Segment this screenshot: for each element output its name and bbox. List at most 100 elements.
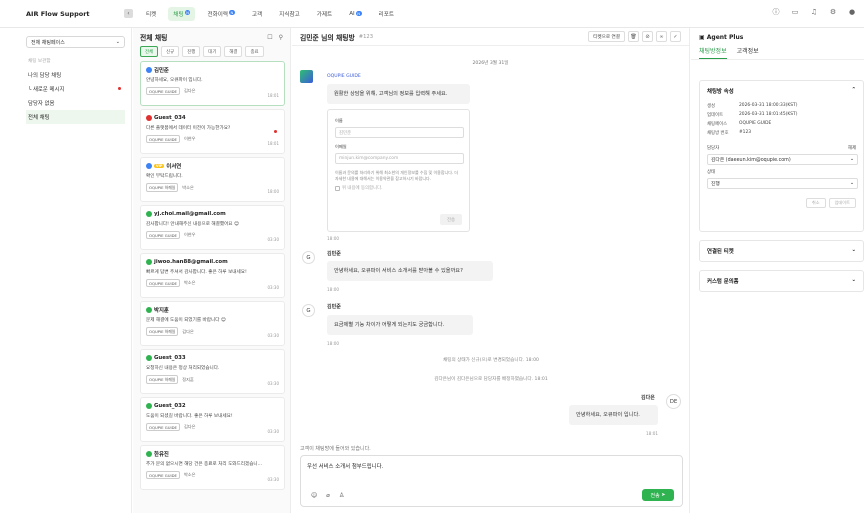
assigned-agent: 이현우 <box>183 136 196 141</box>
email-input[interactable]: minjun.kim@company.com <box>335 153 464 164</box>
chat-card[interactable]: Guest_034 다른 플랫폼에서 데이터 이전이 가능한가요? OQUPIE G… <box>140 109 285 154</box>
assigned-agent: 이현우 <box>183 232 196 237</box>
assigned-agent: 박소은 <box>183 280 196 285</box>
chevron-down-icon: ⌄ <box>849 181 854 186</box>
emoji-icon[interactable]: ☺ <box>311 492 317 499</box>
info-icon[interactable]: ⓘ <box>772 8 780 16</box>
chat-card[interactable]: jiwoo.han88@gmail.com 빠르게 답변 주셔서 감사합니다. 좋… <box>140 253 285 298</box>
name-label: 이름 <box>335 118 343 123</box>
filter-in-progress[interactable]: 진행 <box>182 46 201 57</box>
link-ticket-button[interactable]: 티켓으로 연결 <box>588 31 625 42</box>
attach-icon[interactable]: ⌀ <box>326 492 330 499</box>
agree-checkbox[interactable]: 위 내용에 동의합니다. <box>335 185 462 191</box>
form-submit-button[interactable]: 전송 <box>440 214 462 225</box>
status-filters: 전체 신규 진행 대기 해결 종료 <box>133 46 290 57</box>
collapse-sidebar-icon[interactable]: ‹ <box>124 9 133 18</box>
last-message: 추가 문의 없으시면 해당 건은 종료로 처리 도와드리겠습니... <box>146 462 263 467</box>
customer-name: Guest_034 <box>154 115 186 121</box>
filter-icon[interactable]: ⚲ <box>279 34 283 41</box>
chevron-down-icon: ⌄ <box>115 39 120 45</box>
custom-inquiry-box[interactable]: 커스텀 문의폼 ⌄ <box>699 270 864 292</box>
link-icon[interactable]: ∞ <box>656 31 667 42</box>
card-time: 03:30 <box>267 237 279 242</box>
name-input[interactable]: 김민준 <box>335 127 464 138</box>
chat-card[interactable]: 김민준 안녕하세요, 오큐파이 입니다. OQUPIE GUIDE 김다은 18:01 <box>140 61 285 106</box>
chevron-down-icon: ⌄ <box>851 247 856 253</box>
attr-row: 생성 2026-03-31 18:00:33(KST) <box>700 101 863 110</box>
chat-card[interactable]: Guest_033 요청하신 내용은 정상 처리되었습니다. OQUPIE 하께일 정… <box>140 349 285 394</box>
filter-waiting[interactable]: 대기 <box>203 46 222 57</box>
chat-card[interactable]: 한유진 추가 문의 없으시면 해당 건은 종료로 처리 도와드리겠습니... OQU… <box>140 445 285 490</box>
status-dot-icon <box>146 163 152 169</box>
customer-name: jiwoo.han88@gmail.com <box>154 259 228 265</box>
filter-resolved[interactable]: 해결 <box>224 46 243 57</box>
customer-name: 박지훈 <box>154 308 169 314</box>
workspace-select[interactable]: 전체 채팅페이스 ⌄ <box>26 36 125 48</box>
cancel-button[interactable]: 취소 <box>805 198 826 208</box>
chevron-up-icon[interactable]: ⌃ <box>851 87 856 95</box>
filter-new[interactable]: 신규 <box>161 46 180 57</box>
bot-name: OQUPIE GUIDE <box>327 74 361 79</box>
card-header: Guest_034 <box>146 114 279 122</box>
main-nav: 티켓 채팅 N 전화이력 N 고객 지식참고 가제트 AI N 리포트 <box>141 6 406 21</box>
chat-title: 김민준 님의 채팅방 <box>300 33 355 42</box>
profile-icon[interactable]: ● <box>848 8 856 16</box>
linked-ticket-box[interactable]: 연결된 티켓 ⌄ <box>699 240 864 262</box>
assignee-select[interactable]: 김다은 (daeeun.kim@oqupie.com) ⌄ <box>707 154 858 165</box>
tab-chat-info[interactable]: 채팅방정보 <box>699 46 727 59</box>
attr-key: 업데이트 <box>707 112 724 118</box>
sidebar-item-all-chats[interactable]: 전체 채팅 <box>26 110 125 124</box>
send-button[interactable]: 전송 ➤ <box>642 489 674 501</box>
nav-ai[interactable]: AI N <box>344 8 366 20</box>
select-icon[interactable]: ☐ <box>267 34 272 41</box>
nav-reports[interactable]: 리포트 <box>374 7 399 21</box>
nav-label: AI <box>349 10 355 17</box>
channel-tag: OQUPIE GUIDE <box>146 87 180 95</box>
status-select[interactable]: 진행 ⌄ <box>707 178 858 189</box>
message-icon[interactable]: ▭ <box>791 8 799 16</box>
check-icon[interactable]: ✓ <box>670 31 681 42</box>
filter-all[interactable]: 전체 <box>140 46 159 57</box>
chat-card[interactable]: VIP 이서연 확인 부탁드립니다. OQUPIE 하께일 박소은 18:00 <box>140 157 285 202</box>
vip-badge: VIP <box>154 164 165 168</box>
filter-closed[interactable]: 종료 <box>245 46 264 57</box>
attr-value: #123 <box>739 129 752 135</box>
timestamp: 18:00 <box>327 287 340 292</box>
tab-customer-info[interactable]: 고객정보 <box>737 46 759 59</box>
sidebar-item-unassigned[interactable]: 담당자 없음 <box>26 96 125 110</box>
chat-card[interactable]: Guest_032 도움이 되셨길 바랍니다. 좋은 하루 보내세요! OQUPIE… <box>140 397 285 442</box>
sidebar-item-label: 전체 채팅 <box>28 115 50 121</box>
sidebar-item-my-chats[interactable]: 나의 담당 채팅 <box>26 68 125 82</box>
status-dot-icon <box>146 451 152 457</box>
gear-icon[interactable]: ⚙ <box>829 8 837 16</box>
chat-header: 김민준 님의 채팅방 #123 티켓으로 연결 🗑 ⊘ ∞ ✓ <box>292 28 689 46</box>
status-label: 상태 <box>707 170 716 175</box>
agent-avatar: DE <box>666 394 681 409</box>
sidebar-item-new-messages[interactable]: └ 새로운 메시지 <box>26 82 125 96</box>
composer-input[interactable]: 우선 서비스 소개서 첨부드립니다. <box>307 462 383 470</box>
unread-dot <box>118 87 121 90</box>
card-header: jiwoo.han88@gmail.com <box>146 258 279 266</box>
bot-message: 원활한 상담을 위해, 고객님의 정보를 입력해 주세요. <box>327 84 470 104</box>
bell-icon[interactable]: ♫ <box>810 8 818 16</box>
new-badge: N <box>184 9 191 15</box>
nav-customers[interactable]: 고객 <box>247 7 267 21</box>
update-button[interactable]: 업데이트 <box>828 198 856 208</box>
unassign-link[interactable]: 해제 <box>848 145 856 151</box>
person-icon[interactable]: ♙ <box>339 492 344 499</box>
send-label: 전송 <box>650 492 660 499</box>
message-composer[interactable]: 우선 서비스 소개서 첨부드립니다. ☺ ⌀ ♙ 전송 ➤ <box>300 455 683 507</box>
chat-card[interactable]: yj.choi.mail@gmail.com 감사합니다! 안내해주신 내용으로 … <box>140 205 285 250</box>
status-dot-icon <box>146 307 152 313</box>
sidebar-item-label: 나의 담당 채팅 <box>28 73 62 79</box>
chat-card[interactable]: 박지훈 문제 해결에 도움이 되었기를 바랍니다 😊 OQUPIE 하께일 김다은 03… <box>140 301 285 346</box>
nav-knowledge[interactable]: 지식참고 <box>274 7 305 21</box>
trash-icon[interactable]: 🗑 <box>628 31 639 42</box>
workspace-label: 전체 채팅페이스 <box>31 39 65 46</box>
last-message: 문제 해결에 도움이 되었기를 바랍니다 😊 <box>146 318 226 323</box>
block-icon[interactable]: ⊘ <box>642 31 653 42</box>
nav-chat[interactable]: 채팅 N <box>168 6 196 21</box>
nav-gadget[interactable]: 가제트 <box>312 7 337 21</box>
nav-tickets[interactable]: 티켓 <box>141 7 161 21</box>
nav-call-history[interactable]: 전화이력 N <box>202 7 239 21</box>
